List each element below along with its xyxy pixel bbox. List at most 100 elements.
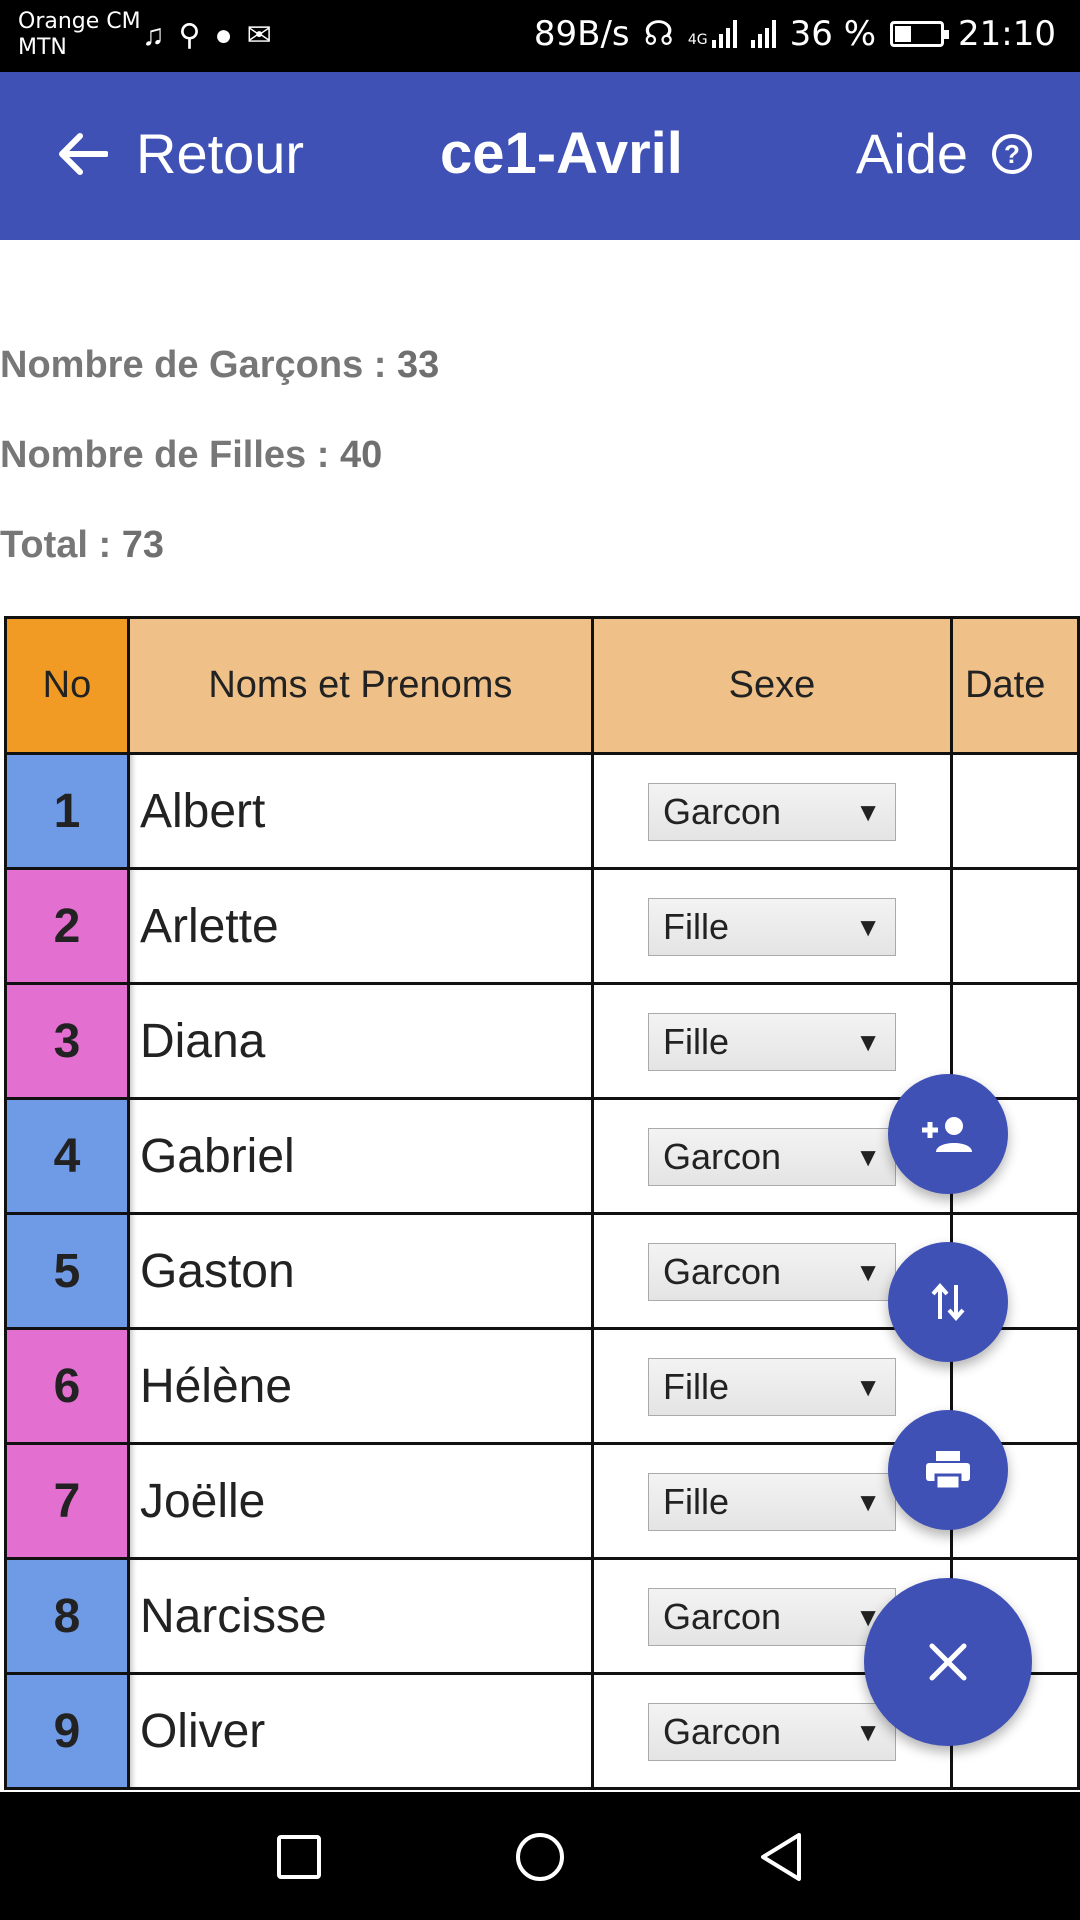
- dropdown-arrow-icon: ▼: [855, 1256, 881, 1287]
- sexe-select[interactable]: Garcon ▼: [647, 1588, 896, 1646]
- net-speed: 89B/s: [533, 14, 630, 54]
- total-count: 73: [121, 524, 164, 566]
- student-name[interactable]: Diana: [126, 982, 594, 1100]
- student-name[interactable]: Hélène: [126, 1327, 594, 1445]
- help-label: Aide: [855, 122, 968, 185]
- piggy-icon: ●: [214, 19, 233, 52]
- sexe-value: Fille: [662, 906, 729, 947]
- sexe-value: Garcon: [662, 1251, 782, 1292]
- table-row[interactable]: 1 Albert Garcon ▼: [4, 752, 1080, 870]
- sexe-select[interactable]: Garcon ▼: [647, 1703, 896, 1761]
- app-bar: Retour ce1-Avril Aide ?: [0, 72, 1080, 240]
- circle-icon: [516, 1833, 564, 1881]
- sexe-cell: Fille ▼: [590, 982, 954, 1100]
- sexe-select[interactable]: Garcon ▼: [647, 1243, 896, 1301]
- sexe-value: Fille: [662, 1481, 729, 1522]
- row-number: 3: [4, 982, 130, 1100]
- sexe-value: Fille: [662, 1366, 729, 1407]
- total-count-line: Total : 73: [0, 524, 164, 567]
- sexe-cell: Fille ▼: [590, 867, 954, 985]
- battery-icon: [890, 21, 950, 47]
- system-nav-bar: [0, 1792, 1080, 1920]
- sort-icon: [931, 1282, 965, 1322]
- girls-label: Nombre de Filles :: [0, 434, 340, 476]
- back-label: Retour: [136, 122, 305, 185]
- close-fab-menu-button[interactable]: [864, 1578, 1032, 1746]
- date-cell[interactable]: [950, 867, 1080, 985]
- carrier-label: Orange CM MTN: [18, 9, 141, 61]
- row-number: 1: [4, 752, 130, 870]
- table-row[interactable]: 2 Arlette Fille ▼: [4, 867, 1080, 985]
- carrier-line-1: Orange CM: [18, 9, 141, 34]
- battery-percent: 36 %: [789, 14, 877, 54]
- sexe-select[interactable]: Fille ▼: [647, 1013, 896, 1071]
- header-sexe[interactable]: Sexe: [590, 616, 954, 755]
- status-bar: Orange CM MTN ♫ ⚲ ● ✉ 89B/s ☊ 4G 36 % 21…: [0, 0, 1080, 72]
- mail-icon: ✉: [246, 19, 272, 52]
- header-no[interactable]: No: [4, 616, 130, 755]
- dropdown-arrow-icon: ▼: [855, 1371, 881, 1402]
- sexe-select[interactable]: Garcon ▼: [647, 783, 896, 841]
- student-name[interactable]: Gabriel: [126, 1097, 594, 1215]
- date-cell[interactable]: [950, 752, 1080, 870]
- back-nav-button[interactable]: [746, 1822, 816, 1892]
- dropdown-arrow-icon: ▼: [855, 1716, 881, 1747]
- list-heading: Liste des élèves: [390, 240, 666, 248]
- row-number: 8: [4, 1557, 130, 1675]
- help-icon: ?: [992, 134, 1032, 174]
- student-name[interactable]: Oliver: [126, 1672, 594, 1790]
- usb-icon: ⚲: [178, 19, 201, 52]
- sexe-select[interactable]: Fille ▼: [647, 898, 896, 956]
- music-icon: ♫: [142, 19, 165, 52]
- student-name[interactable]: Narcisse: [126, 1557, 594, 1675]
- print-button[interactable]: [888, 1410, 1008, 1530]
- student-name[interactable]: Arlette: [126, 867, 594, 985]
- home-button[interactable]: [505, 1822, 575, 1892]
- sexe-cell: Fille ▼: [590, 1327, 954, 1445]
- row-number: 4: [4, 1097, 130, 1215]
- row-number: 7: [4, 1442, 130, 1560]
- signal-icon: 4G: [688, 20, 737, 48]
- student-name[interactable]: Albert: [126, 752, 594, 870]
- dropdown-arrow-icon: ▼: [855, 1486, 881, 1517]
- sexe-select[interactable]: Garcon ▼: [647, 1128, 896, 1186]
- dropdown-arrow-icon: ▼: [855, 796, 881, 827]
- add-student-button[interactable]: [888, 1074, 1008, 1194]
- headset-icon: ☊: [643, 14, 674, 54]
- header-name[interactable]: Noms et Prenoms: [126, 616, 594, 755]
- status-right: 89B/s ☊ 4G 36 % 21:10: [534, 14, 1056, 54]
- back-button[interactable]: Retour: [56, 124, 304, 184]
- main-content: Liste des élèves Nombre de Garçons : 33 …: [0, 240, 1080, 1792]
- notification-icons: ♫ ⚲ ● ✉: [142, 18, 272, 54]
- sexe-value: Garcon: [662, 1136, 782, 1177]
- sexe-select[interactable]: Fille ▼: [647, 1473, 896, 1531]
- carrier-line-2: MTN: [18, 35, 67, 60]
- arrow-left-icon: [59, 133, 108, 175]
- total-label: Total :: [0, 524, 122, 566]
- sexe-value: Fille: [662, 1021, 729, 1062]
- sexe-select[interactable]: Fille ▼: [647, 1358, 896, 1416]
- student-name[interactable]: Gaston: [126, 1212, 594, 1330]
- sexe-value: Garcon: [662, 1711, 782, 1752]
- row-number: 5: [4, 1212, 130, 1330]
- sexe-cell: Garcon ▼: [590, 752, 954, 870]
- signal-icon-2: [750, 20, 776, 48]
- girls-count-line: Nombre de Filles : 40: [0, 434, 382, 477]
- row-number: 6: [4, 1327, 130, 1445]
- triangle-back-icon: [761, 1833, 801, 1881]
- student-name[interactable]: Joëlle: [126, 1442, 594, 1560]
- boys-label: Nombre de Garçons :: [0, 344, 397, 386]
- sort-button[interactable]: [888, 1242, 1008, 1362]
- boys-count-line: Nombre de Garçons : 33: [0, 344, 439, 387]
- help-button[interactable]: Aide ?: [856, 124, 1032, 184]
- header-date[interactable]: Date: [950, 616, 1080, 755]
- page-title: ce1-Avril: [440, 121, 683, 186]
- girls-count: 40: [339, 434, 383, 476]
- add-person-icon: [922, 1117, 972, 1152]
- sexe-value: Garcon: [662, 791, 782, 832]
- sexe-value: Garcon: [662, 1596, 782, 1637]
- network-type: 4G: [687, 32, 708, 48]
- row-number: 2: [4, 867, 130, 985]
- recents-button[interactable]: [264, 1822, 334, 1892]
- close-icon: [929, 1643, 967, 1681]
